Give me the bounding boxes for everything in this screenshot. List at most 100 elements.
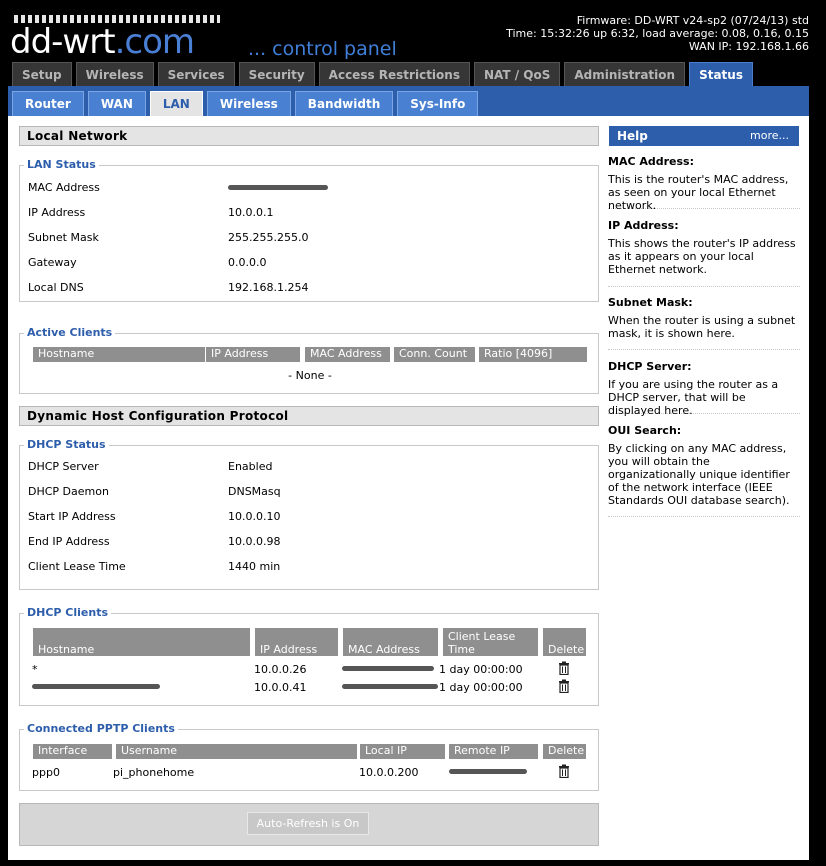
tab-setup[interactable]: Setup xyxy=(12,62,72,86)
pptp-username: pi_phonehome xyxy=(113,766,195,779)
dhcp-status-box: DHCP Status DHCP Server Enabled DHCP Dae… xyxy=(19,438,599,590)
dhcp-heading: Dynamic Host Configuration Protocol xyxy=(19,406,599,426)
tab-security[interactable]: Security xyxy=(238,62,315,86)
active-clients-legend: Active Clients xyxy=(24,326,116,340)
subtab-bandwidth[interactable]: Bandwidth xyxy=(294,91,394,116)
help-item-oui: OUI Search: By clicking on any MAC addre… xyxy=(608,424,800,517)
header: dd-wrt.com ... control panel Firmware: D… xyxy=(0,0,826,88)
help-heading: Help more... xyxy=(609,126,799,146)
gateway-label: Gateway xyxy=(28,256,77,269)
top-tabs: Setup Wireless Services Security Access … xyxy=(12,62,753,88)
col-mac-address: MAC Address xyxy=(343,628,439,657)
col-local-ip: Local IP xyxy=(360,744,446,760)
client-ip: 10.0.0.26 xyxy=(254,663,307,676)
logo-subtitle: ... control panel xyxy=(248,38,397,60)
delete-trash-icon[interactable] xyxy=(558,764,570,778)
help-item-title: IP Address: xyxy=(608,219,679,232)
help-item-mac: MAC Address: This is the router's MAC ad… xyxy=(608,155,800,212)
ip-address-value: 10.0.0.1 xyxy=(228,206,274,219)
help-item-text: This is the router's MAC address, as see… xyxy=(608,173,789,212)
help-item-dhcp: DHCP Server: If you are using the router… xyxy=(608,360,800,417)
delete-trash-icon[interactable] xyxy=(558,679,570,693)
client-mac-redacted[interactable] xyxy=(342,684,438,689)
help-item-title: Subnet Mask: xyxy=(608,296,693,309)
subtab-sys-info[interactable]: Sys-Info xyxy=(397,91,479,116)
help-more-link[interactable]: more... xyxy=(750,126,789,146)
col-remote-ip: Remote IP xyxy=(449,744,539,760)
col-interface: Interface xyxy=(33,744,113,760)
auto-refresh-button[interactable]: Auto-Refresh is On xyxy=(247,812,369,835)
col-ratio: Ratio [4096] xyxy=(479,347,588,363)
tab-wireless[interactable]: Wireless xyxy=(75,62,154,86)
uptime-text: Time: 15:32:26 up 6:32, load average: 0.… xyxy=(506,27,809,40)
wan-ip-text: WAN IP: 192.168.1.66 xyxy=(688,40,809,53)
active-clients-empty: - None - xyxy=(288,369,332,382)
dhcp-status-legend: DHCP Status xyxy=(24,438,109,452)
tab-nat-qos[interactable]: NAT / QoS xyxy=(473,62,561,86)
logo-text: dd-wrt xyxy=(10,22,116,62)
mac-address-label: MAC Address xyxy=(28,181,100,194)
end-ip-label: End IP Address xyxy=(28,535,110,548)
help-item-title: OUI Search: xyxy=(608,424,682,437)
firmware-version: Firmware: DD-WRT v24-sp2 (07/24/13) std xyxy=(576,14,809,27)
help-title: Help xyxy=(617,129,648,143)
client-mac-redacted[interactable] xyxy=(342,666,434,671)
subtab-lan[interactable]: LAN xyxy=(149,91,203,116)
pptp-local-ip: 10.0.0.200 xyxy=(359,766,419,779)
lease-time-label: Client Lease Time xyxy=(28,560,126,573)
sub-tabs: Router WAN LAN Wireless Bandwidth Sys-In… xyxy=(12,91,479,116)
active-clients-box: Active Clients Hostname IP Address MAC A… xyxy=(19,326,599,394)
dhcp-daemon-label: DHCP Daemon xyxy=(28,485,109,498)
help-item-subnet: Subnet Mask: When the router is using a … xyxy=(608,296,800,350)
start-ip-value: 10.0.0.10 xyxy=(228,510,281,523)
subnet-mask-label: Subnet Mask xyxy=(28,231,99,244)
col-delete: Delete xyxy=(543,628,587,657)
delete-trash-icon[interactable] xyxy=(558,661,570,675)
end-ip-value: 10.0.0.98 xyxy=(228,535,281,548)
client-ip: 10.0.0.41 xyxy=(254,681,307,694)
subnet-mask-value: 255.255.255.0 xyxy=(228,231,309,244)
refresh-area: Auto-Refresh is On xyxy=(19,803,599,846)
local-dns-value: 192.168.1.254 xyxy=(228,281,309,294)
tab-status[interactable]: Status xyxy=(689,62,753,88)
subtab-wan[interactable]: WAN xyxy=(87,91,146,116)
help-item-title: DHCP Server: xyxy=(608,360,692,373)
local-dns-label: Local DNS xyxy=(28,281,84,294)
pptp-interface: ppp0 xyxy=(32,766,60,779)
logo-com: .com xyxy=(114,22,195,62)
col-ip-address: IP Address xyxy=(255,628,339,657)
client-hostname-redacted xyxy=(32,684,160,689)
firmware-info: Firmware: DD-WRT v24-sp2 (07/24/13) std … xyxy=(506,14,809,53)
lease-time-value: 1440 min xyxy=(228,560,281,573)
col-hostname: Hostname xyxy=(33,347,206,363)
col-hostname: Hostname xyxy=(33,628,251,657)
help-item-ip: IP Address: This shows the router's IP a… xyxy=(608,219,800,287)
client-hostname: * xyxy=(32,663,38,676)
col-ip-address: IP Address xyxy=(206,347,301,363)
client-lease: 1 day 00:00:00 xyxy=(439,663,523,676)
dhcp-clients-legend: DHCP Clients xyxy=(24,606,112,620)
main-content: Local Network LAN Status MAC Address IP … xyxy=(8,116,809,860)
mac-address-redacted xyxy=(228,185,328,190)
lan-status-legend: LAN Status xyxy=(24,158,99,172)
help-item-text: By clicking on any MAC address, you will… xyxy=(608,442,790,507)
tab-services[interactable]: Services xyxy=(157,62,235,86)
tab-access-restrictions[interactable]: Access Restrictions xyxy=(318,62,470,86)
tab-administration[interactable]: Administration xyxy=(564,62,686,86)
col-delete: Delete xyxy=(543,744,587,760)
help-item-title: MAC Address: xyxy=(608,155,695,168)
dhcp-clients-box: DHCP Clients Hostname IP Address MAC Add… xyxy=(19,606,599,706)
col-conn-count: Conn. Count xyxy=(394,347,476,363)
lan-status-box: LAN Status MAC Address IP Address 10.0.0… xyxy=(19,158,599,302)
col-client-lease-time: Client Lease Time xyxy=(443,628,539,657)
subtab-router[interactable]: Router xyxy=(12,91,84,116)
dhcp-server-value: Enabled xyxy=(228,460,273,473)
help-item-text: This shows the router's IP address as it… xyxy=(608,237,796,276)
start-ip-label: Start IP Address xyxy=(28,510,116,523)
local-network-heading: Local Network xyxy=(19,126,599,146)
dhcp-server-label: DHCP Server xyxy=(28,460,99,473)
logo: dd-wrt.com xyxy=(10,22,195,62)
pptp-remote-ip-redacted xyxy=(449,769,527,774)
subtab-wireless[interactable]: Wireless xyxy=(206,91,291,116)
pptp-clients-box: Connected PPTP Clients Interface Usernam… xyxy=(19,722,599,791)
